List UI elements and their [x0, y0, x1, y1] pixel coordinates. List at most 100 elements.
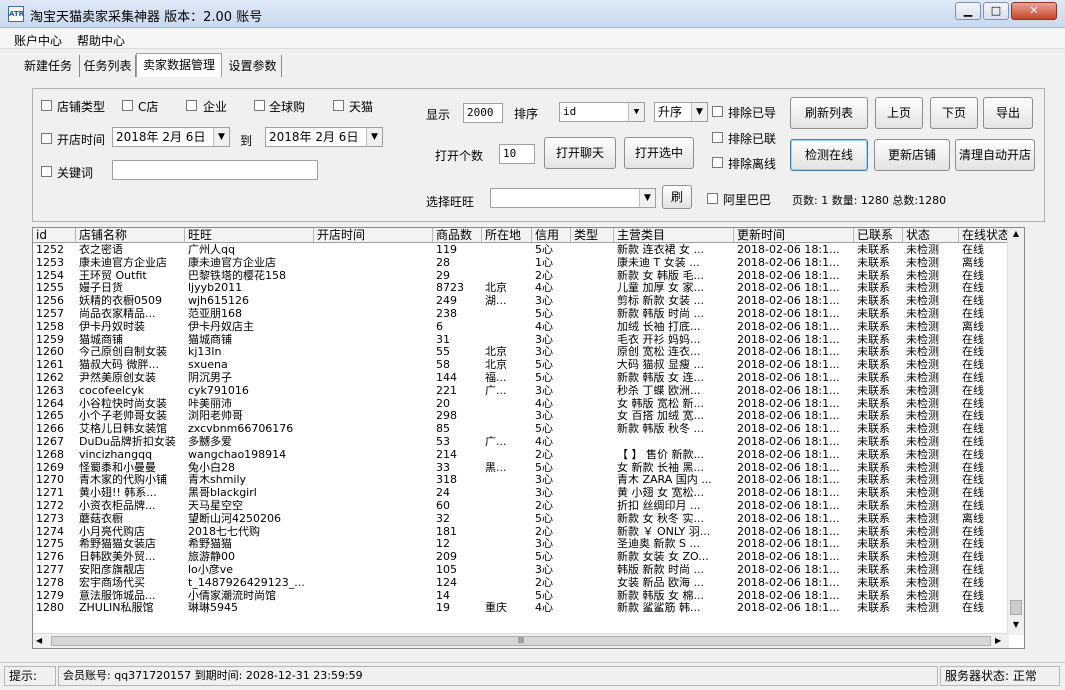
check-online-button[interactable]: 检测在线 — [790, 139, 868, 171]
chevron-down-icon[interactable]: ▼ — [628, 103, 644, 121]
table-row[interactable]: 1252 衣之密语 广州人qq 119 5心 新款 连衣裙 女 ... 2018-02-06… — [33, 244, 1008, 257]
next-page-button[interactable]: 下页 — [930, 97, 978, 129]
cell-category: 新款 女装 女 ZO... — [617, 551, 709, 564]
tmall-checkbox[interactable] — [333, 100, 344, 111]
enterprise-checkbox[interactable] — [186, 100, 197, 111]
wangwang-select[interactable]: ▼ — [490, 188, 656, 208]
table-row[interactable]: 1260 今己原创自制女装 kj13ln 55 北京 3心 原创 宽松 连衣... 2018-… — [33, 346, 1008, 359]
column-header-online-status[interactable]: 在线状态 — [959, 228, 1011, 243]
table-row[interactable]: 1267 DuDu品牌折扣女装 多嬲多爱 53 广... 4心 2018-02-06 18:… — [33, 436, 1008, 449]
exclude-exported-checkbox[interactable] — [712, 106, 723, 117]
cell-open-time — [314, 257, 433, 270]
export-button[interactable]: 导出 — [983, 97, 1033, 129]
open-count-input[interactable]: 10 — [499, 144, 535, 164]
refresh-wangwang-button[interactable]: 刷 — [662, 185, 692, 209]
table-row[interactable]: 1269 怪蜀黍和小曼曼 兔小白28 33 黑... 5心 女 新款 长袖 黑... 2018… — [33, 462, 1008, 475]
exclude-contacted-checkbox[interactable] — [712, 132, 723, 143]
open-selected-button[interactable]: 打开选中 — [624, 137, 694, 169]
table-row[interactable]: 1254 王环贸 Outfit 巴黎铁塔的樱花158 29 2心 新款 女 韩版 毛...… — [33, 270, 1008, 283]
chevron-down-icon[interactable]: ▼ — [366, 128, 382, 146]
horizontal-scrollbar[interactable]: ◀ ||| ▶ — [33, 633, 1009, 648]
exclude-offline-checkbox[interactable] — [712, 157, 723, 168]
column-header-location[interactable]: 所在地 — [482, 228, 532, 243]
table-row[interactable]: 1257 尚品衣家精品... 范亚朋168 238 5心 新款 韩版 时尚 ... 2018… — [33, 308, 1008, 321]
column-header-status[interactable]: 状态 — [903, 228, 959, 243]
menu-account[interactable]: 账户中心 — [14, 32, 62, 49]
table-row[interactable]: 1253 康未迪官方企业店 康未迪官方企业店 28 1心 康未迪 T 女装 ... 2018… — [33, 257, 1008, 270]
scroll-down-icon[interactable]: ▼ — [1010, 620, 1022, 632]
date-from-picker[interactable]: 2018年 2月 6日 ▼ — [112, 127, 230, 147]
table-row[interactable]: 1258 伊卡丹奴时装 伊卡丹奴店主 6 4心 加绒 长袖 打底... 2018-02-06… — [33, 321, 1008, 334]
table-row[interactable]: 1279 意法服饰城品... 小倩家潮流时尚馆 14 5心 新款 韩版 女 棉... 201… — [33, 590, 1008, 603]
table-row[interactable]: 1272 小资衣柜品牌... 天马星空空 60 2心 折扣 丝绸印月 ... 2018-02… — [33, 500, 1008, 513]
chevron-down-icon[interactable]: ▼ — [639, 189, 655, 207]
prev-page-button[interactable]: 上页 — [875, 97, 923, 129]
open-time-checkbox[interactable] — [41, 133, 52, 144]
scroll-up-icon[interactable]: ▲ — [1010, 229, 1022, 241]
update-shop-button[interactable]: 更新店铺 — [874, 139, 950, 171]
table-row[interactable]: 1275 希野猫猫女装店 希野猫猫 12 3心 圣迪奥 新款 S ... 2018-02-0… — [33, 538, 1008, 551]
table-row[interactable]: 1259 猫城商铺 猫城商铺 31 3心 毛衣 开衫 妈妈... 2018-02-06 18… — [33, 334, 1008, 347]
cell-credit: 5心 — [535, 359, 553, 372]
clean-auto-open-button[interactable]: 清理自动开店 — [955, 139, 1035, 171]
global-checkbox[interactable] — [254, 100, 265, 111]
table-row[interactable]: 1266 艾格儿日韩女装馆 zxcvbnm66706176 85 5心 新款 韩版 秋冬 … — [33, 423, 1008, 436]
table-row[interactable]: 1274 小月亮代购店 2018七七代购 181 2心 新款 ￥ ONLY 羽... 201… — [33, 526, 1008, 539]
table-row[interactable]: 1263 cocofeelcyk cyk791016 221 广... 3心 秒杀 丁蝶 欧… — [33, 385, 1008, 398]
column-header-update-time[interactable]: 更新时间 — [734, 228, 854, 243]
column-header-shop-name[interactable]: 店铺名称 — [76, 228, 185, 243]
table-row[interactable]: 1273 蘑菇衣橱 望断山河4250206 32 5心 新款 女 秋冬 实... 2018-… — [33, 513, 1008, 526]
hscroll-thumb[interactable]: ||| — [51, 636, 991, 646]
table-row[interactable]: 1270 青木家的代购小铺 青木shmily 318 3心 青木 ZARA 国内 ... 2… — [33, 474, 1008, 487]
table-row[interactable]: 1277 安阳彦旗靓店 lo小彦ve 105 3心 韩版 新款 时尚 ... 2018-02… — [33, 564, 1008, 577]
column-header-wangwang[interactable]: 旺旺 — [185, 228, 314, 243]
column-header-credit[interactable]: 信用 — [532, 228, 571, 243]
sort-field-select[interactable]: id ▼ — [559, 102, 645, 122]
column-header-id[interactable]: id — [33, 228, 76, 243]
scroll-left-icon[interactable]: ◀ — [36, 636, 42, 645]
chevron-down-icon[interactable]: ▼ — [691, 103, 707, 121]
table-row[interactable]: 1280 ZHULIN私服馆 琳琳5945 19 重庆 4心 新款 鲨鲨筋 韩... 2018… — [33, 602, 1008, 615]
table-row[interactable]: 1276 日韩欧美外贸... 旅游静00 209 5心 新款 女装 女 ZO... 2018… — [33, 551, 1008, 564]
date-to-picker[interactable]: 2018年 2月 6日 ▼ — [265, 127, 383, 147]
keyword-checkbox[interactable] — [41, 166, 52, 177]
table-row[interactable]: 1261 猫叔大码 微胖... sxuena 58 北京 5心 大码 猫叔 显瘦 ... 20… — [33, 359, 1008, 372]
scroll-thumb[interactable] — [1010, 600, 1022, 615]
tab-settings[interactable]: 设置参数 — [224, 55, 282, 77]
c-shop-checkbox[interactable] — [122, 100, 133, 111]
column-header-item-count[interactable]: 商品数 — [433, 228, 482, 243]
table-row[interactable]: 1255 嫚子日货 ljyyb2011 8723 北京 4心 儿童 加厚 女 家... 201… — [33, 282, 1008, 295]
exclude-offline-label: 排除离线 — [728, 157, 777, 171]
alibaba-checkbox[interactable] — [707, 193, 718, 204]
chevron-down-icon[interactable]: ▼ — [213, 128, 229, 146]
vertical-scrollbar[interactable]: ▲ ▼ — [1007, 228, 1024, 635]
show-count-input[interactable]: 2000 — [463, 103, 503, 123]
table-row[interactable]: 1264 小谷粒快时尚女装 咔美丽沛 20 4心 女 韩版 宽松 新... 2018-02-… — [33, 398, 1008, 411]
table-row[interactable]: 1268 vincizhangqq wangchao198914 214 2心 【 】 售… — [33, 449, 1008, 462]
column-header-category[interactable]: 主营类目 — [614, 228, 734, 243]
tab-seller-data[interactable]: 卖家数据管理 — [136, 53, 222, 77]
cell-contacted: 未联系 — [857, 256, 890, 269]
table-row[interactable]: 1265 小个子老帅哥女装 浏阳老帅哥 298 3心 女 百搭 加绒 宽... 2018-0… — [33, 410, 1008, 423]
open-chat-button[interactable]: 打开聊天 — [544, 137, 616, 169]
tab-new-task[interactable]: 新建任务 — [17, 55, 80, 77]
cell-shop-name: 艾格儿日韩女装馆 — [79, 423, 167, 436]
close-button[interactable]: ✕ — [1011, 2, 1057, 20]
menu-help[interactable]: 帮助中心 — [77, 32, 125, 49]
maximize-button[interactable]: □ — [983, 2, 1009, 20]
minimize-button[interactable]: ▁ — [955, 2, 981, 20]
table-row[interactable]: 1278 宏宇商场代买 t_1487926429123_... 124 2心 女装 新品 … — [33, 577, 1008, 590]
cell-contacted: 未联系 — [857, 538, 890, 551]
column-header-type[interactable]: 类型 — [571, 228, 614, 243]
sort-order-select[interactable]: 升序 ▼ — [654, 102, 708, 122]
column-header-open-time[interactable]: 开店时间 — [314, 228, 433, 243]
keyword-input[interactable] — [112, 160, 318, 180]
refresh-list-button[interactable]: 刷新列表 — [790, 97, 868, 129]
table-row[interactable]: 1256 妖精的衣橱0509 wjh615126 249 湖... 3心 剪标 新款 女装 … — [33, 295, 1008, 308]
column-header-contacted[interactable]: 已联系 — [854, 228, 903, 243]
table-row[interactable]: 1262 尹然美原创女装 阴沉男子 144 福... 5心 新款 韩版 女 连... 2018… — [33, 372, 1008, 385]
table-row[interactable]: 1271 黄小翅!! 韩系... 黑哥blackgirl 24 3心 黄 小翅 女 宽松.… — [33, 487, 1008, 500]
tab-task-list[interactable]: 任务列表 — [80, 55, 136, 77]
shop-type-checkbox[interactable] — [41, 100, 52, 111]
scroll-right-icon[interactable]: ▶ — [995, 636, 1001, 645]
